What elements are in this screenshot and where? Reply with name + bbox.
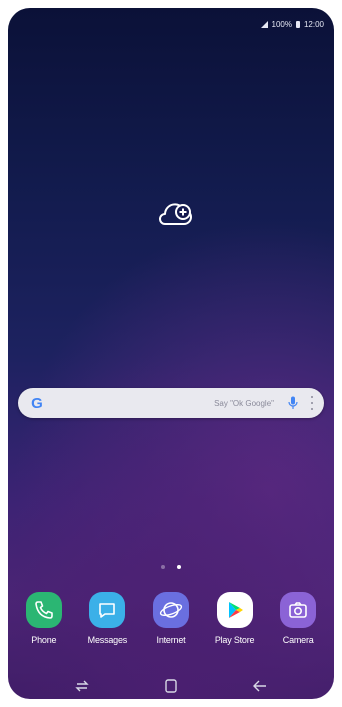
phone-icon[interactable]	[25, 592, 62, 628]
app-label: Internet	[156, 635, 186, 645]
page-indicator	[8, 565, 334, 569]
home-icon[interactable]	[161, 678, 181, 694]
cloud-add-icon[interactable]	[156, 198, 196, 234]
navigation-bar	[8, 676, 334, 696]
app-camera[interactable]: Camera	[268, 592, 328, 645]
app-messages[interactable]: Messages	[77, 592, 137, 645]
clock: 12:00	[303, 19, 324, 29]
signal-icon	[260, 20, 268, 28]
play-store-icon[interactable]	[216, 592, 253, 628]
battery-icon	[295, 20, 300, 28]
app-label: Phone	[31, 635, 57, 645]
microphone-icon[interactable]	[288, 396, 298, 410]
recents-icon[interactable]	[72, 678, 92, 694]
phone-screen: 100% 12:00 G Say "Ok Google" Phone Messa…	[8, 8, 334, 699]
back-icon[interactable]	[250, 678, 270, 694]
search-hint: Say "Ok Google"	[214, 398, 274, 408]
status-bar: 100% 12:00	[260, 17, 324, 31]
app-play-store[interactable]: Play Store	[205, 592, 265, 645]
google-logo[interactable]: G	[26, 392, 48, 414]
google-search-bar[interactable]: G Say "Ok Google"	[18, 388, 324, 418]
app-phone[interactable]: Phone	[14, 592, 74, 645]
app-label: Play Store	[214, 635, 255, 645]
app-dock: Phone Messages Internet Play Store Camer…	[8, 592, 334, 645]
app-label: Messages	[87, 635, 128, 645]
page-dot	[161, 565, 165, 569]
battery-percent: 100%	[271, 19, 292, 29]
more-vertical-icon[interactable]	[310, 396, 314, 410]
app-internet[interactable]: Internet	[141, 592, 201, 645]
app-label: Camera	[282, 635, 314, 645]
messages-icon[interactable]	[89, 592, 126, 628]
camera-icon[interactable]	[280, 592, 317, 628]
page-dot-active	[177, 565, 181, 569]
internet-icon[interactable]	[152, 592, 189, 628]
